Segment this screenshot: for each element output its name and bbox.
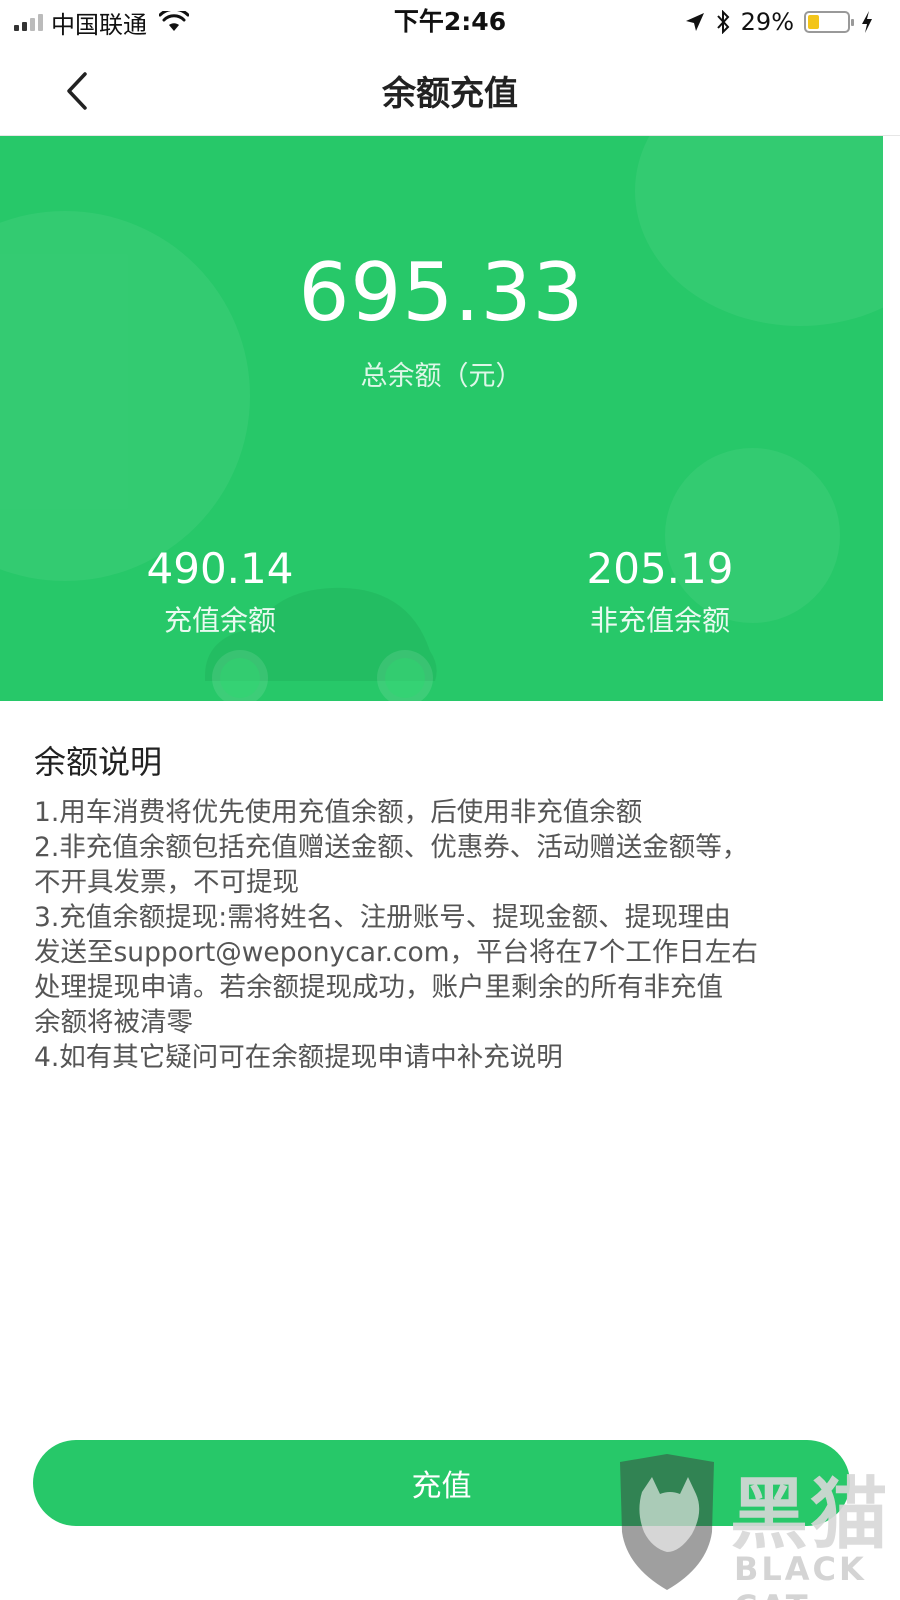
description-line: 2.非充值余额包括充值赠送金额、优惠券、活动赠送金额等， [34, 832, 749, 863]
recharge-balance-label: 充值余额 [163, 604, 276, 637]
non-recharge-balance-label: 非充值余额 [589, 604, 730, 637]
location-icon [685, 13, 704, 31]
charging-icon [862, 11, 872, 33]
watermark-text-en: BLACK CAT [734, 1550, 867, 1600]
battery-icon [804, 11, 854, 33]
description-line: 3.充值余额提现:需将姓名、注册账号、提现金额、提现理由 [34, 902, 731, 933]
black-cat-watermark: 黑猫 BLACK CAT [612, 1452, 900, 1600]
description-title: 余额说明 [34, 743, 163, 781]
recharge-balance-value: 490.14 [146, 544, 294, 593]
description-line: 4.如有其它疑问可在余额提现申请中补充说明 [34, 1042, 563, 1073]
cat-shield-icon [620, 1454, 714, 1590]
total-balance-value: 695.33 [298, 246, 585, 339]
recharge-button-label: 充值 [411, 1469, 472, 1504]
non-recharge-balance-value: 205.19 [586, 544, 734, 593]
description-line: 处理提现申请。若余额提现成功，账户里剩余的所有非充值 [34, 972, 723, 1003]
battery-percent: 29% [740, 8, 794, 36]
nav-bar: 余额充值 [0, 44, 900, 136]
description-line: 发送至support@weponycar.com，平台将在7个工作日左右 [34, 937, 758, 968]
battery-fill [808, 15, 819, 29]
recharge-balance: 490.14 充值余额 [70, 544, 370, 639]
bluetooth-icon [716, 10, 730, 34]
page-title: 余额充值 [382, 74, 518, 114]
status-right: 29% [685, 6, 874, 38]
description-line: 1.用车消费将优先使用充值余额，后使用非充值余额 [34, 797, 643, 828]
total-balance-label: 总余额（元） [360, 361, 523, 392]
status-bar: 中国联通 下午2:46 29% [0, 0, 900, 44]
description-line: 余额将被清零 [34, 1007, 193, 1038]
description-line: 不开具发票，不可提现 [34, 867, 299, 898]
watermark-text-cn: 黑猫 [730, 1470, 891, 1560]
description-list: 1.用车消费将优先使用充值余额，后使用非充值余额 2.非充值余额包括充值赠送金额… [34, 795, 854, 1075]
non-recharge-balance: 205.19 非充值余额 [510, 544, 810, 639]
balance-card: 695.33 总余额（元） 490.14 充值余额 205.19 非充值余额 [0, 136, 883, 701]
